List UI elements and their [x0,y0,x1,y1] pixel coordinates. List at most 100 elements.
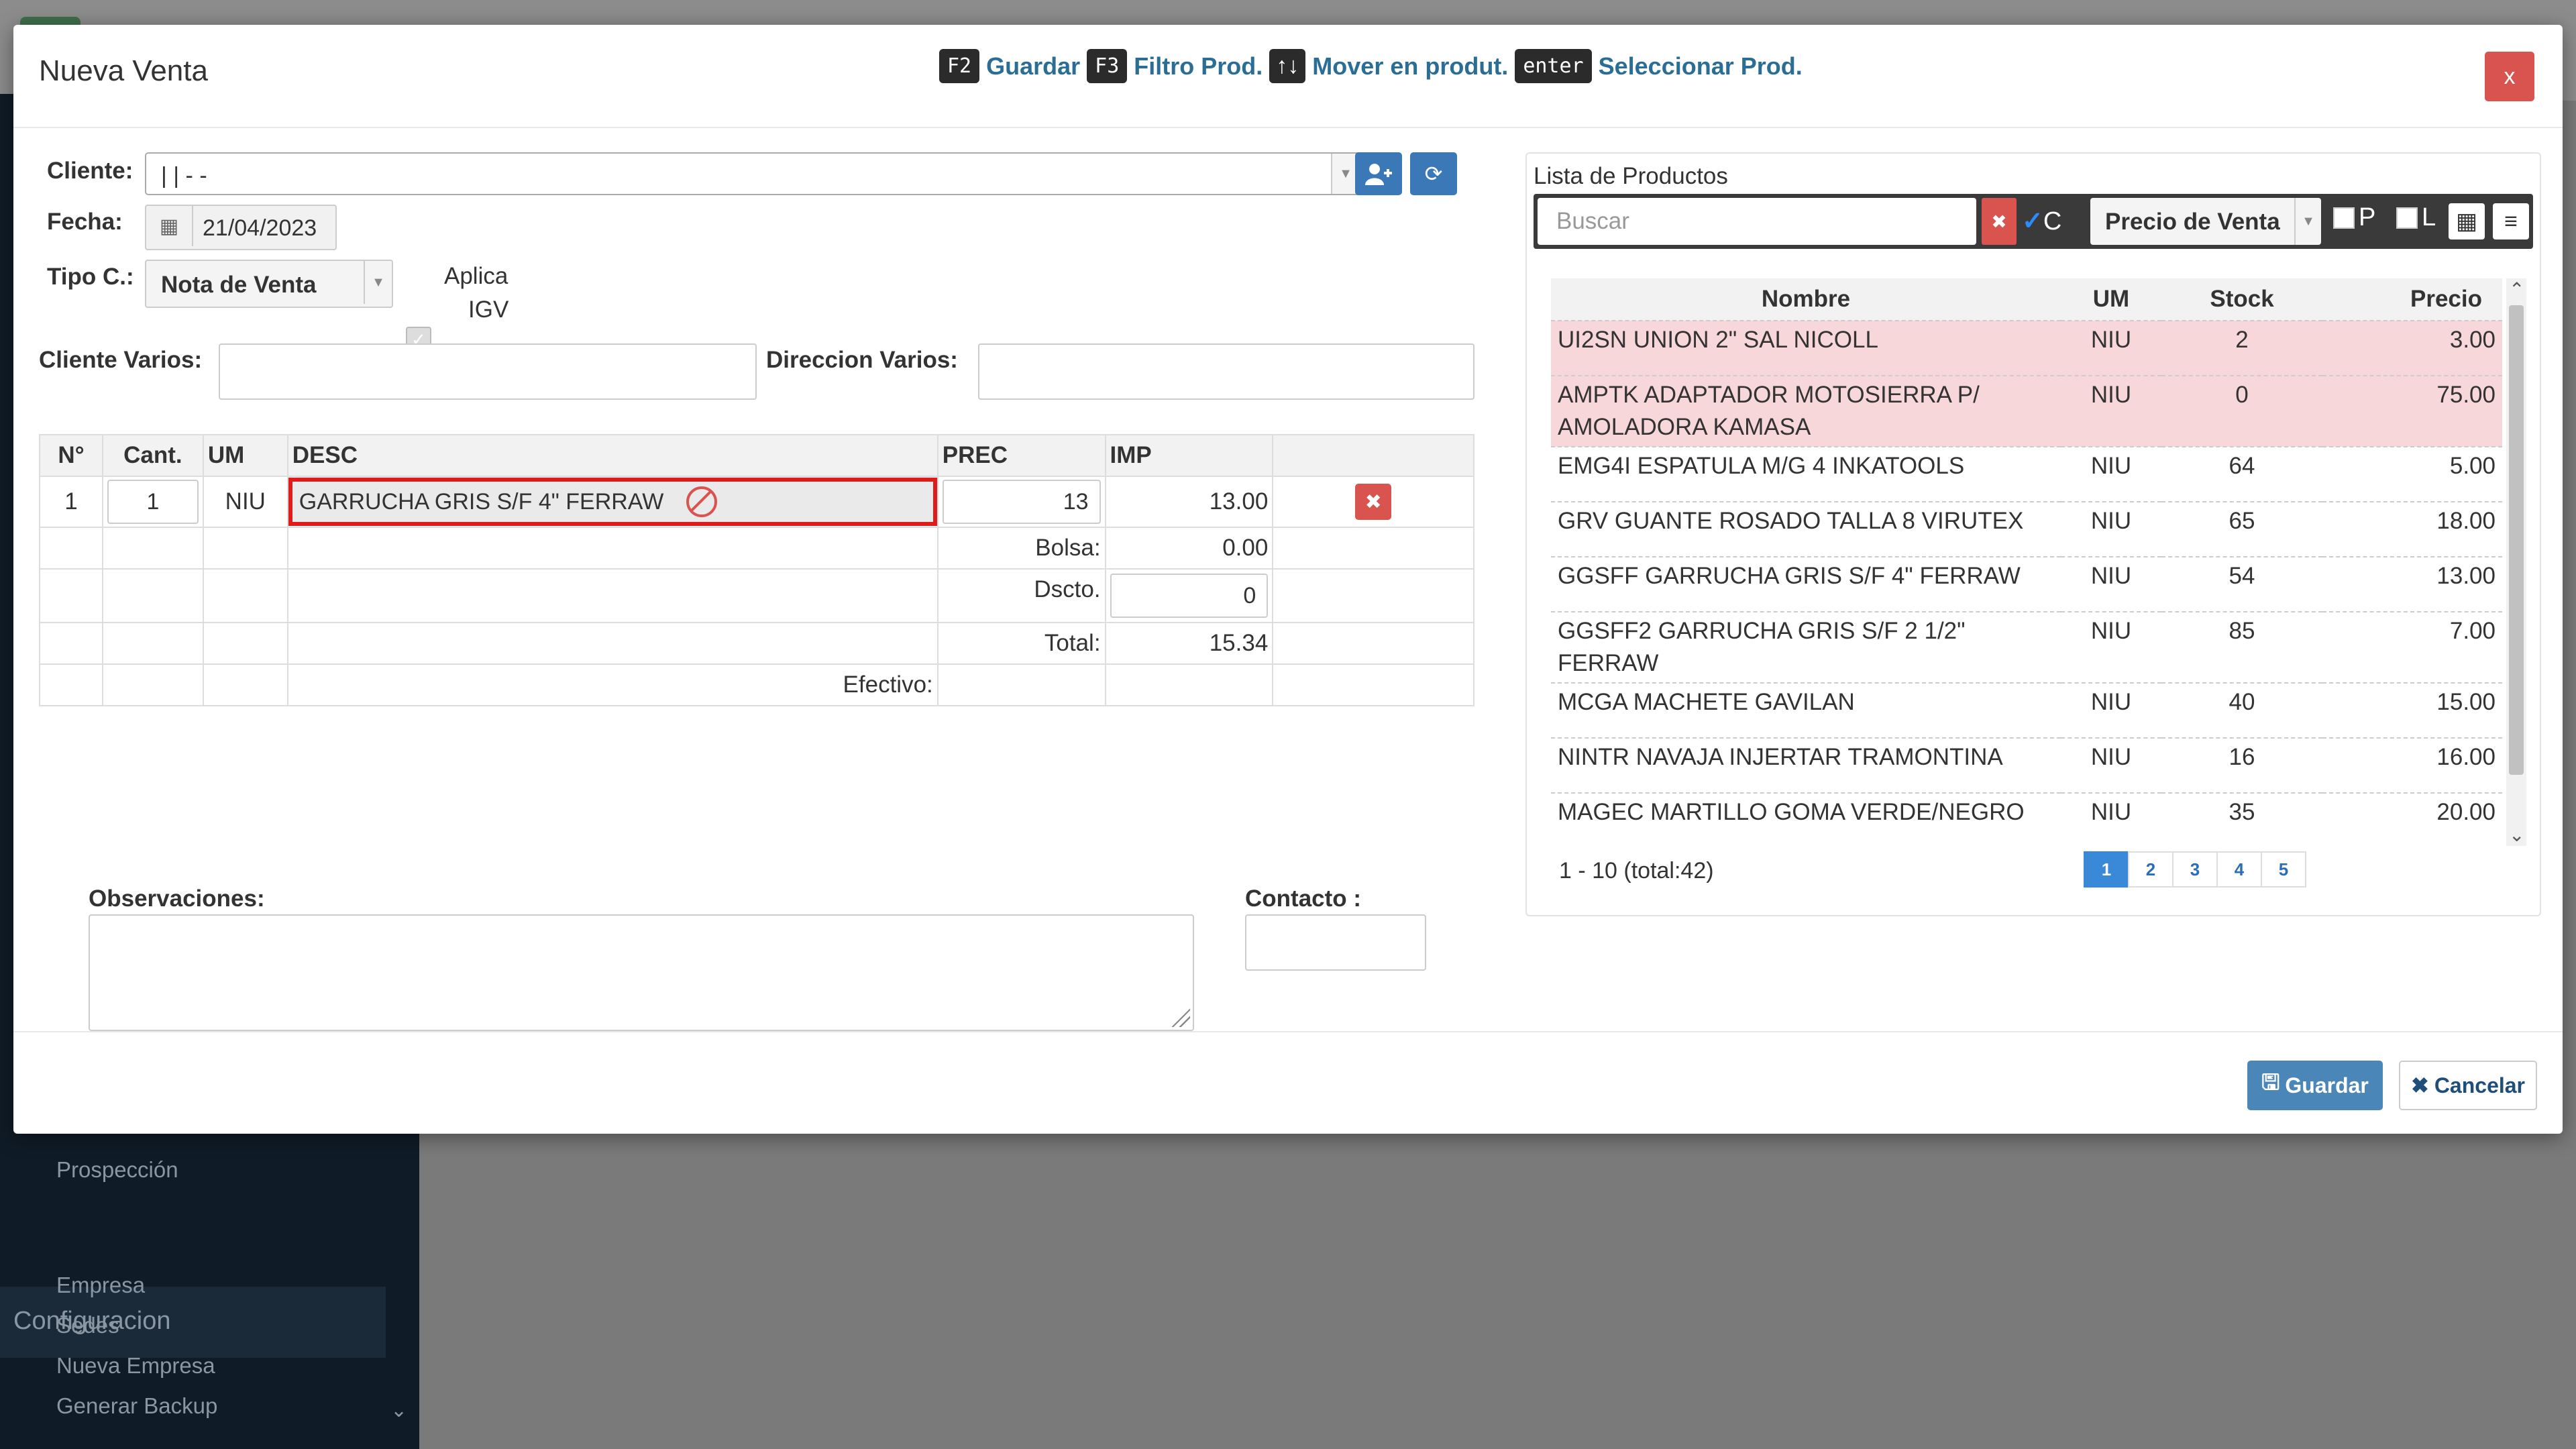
page-3[interactable]: 3 [2172,851,2218,888]
contacto-input[interactable] [1245,914,1426,971]
page-4[interactable]: 4 [2216,851,2262,888]
chevron-up-icon[interactable]: ⌃ [2509,278,2524,301]
total-label: Total: [936,622,1106,665]
cliente-varios-input[interactable] [219,343,757,400]
save-button[interactable]: 🖫 Guardar [2247,1061,2383,1110]
add-user-button[interactable] [1355,152,1402,195]
checkbox-square-icon [2396,207,2418,229]
product-um: NIU [2061,793,2161,846]
product-price: 20.00 [2322,793,2502,846]
product-stock: 0 [2161,376,2322,447]
product-stock: 54 [2161,557,2322,612]
item-prec-cell: 13 [936,476,1106,528]
product-um: NIU [2061,447,2161,502]
sidebar-item-prospeccion[interactable]: Prospección [56,1157,178,1183]
product-name: UI2SN UNION 2" SAL NICOLL [1551,321,2061,376]
desc-field[interactable]: GARRUCHA GRIS S/F 4" FERRAW [288,478,937,526]
pagination: 1 2 3 4 5 [2084,851,2306,888]
dscto-input[interactable]: 0 [1110,574,1269,618]
product-um: NIU [2061,557,2161,612]
col-n: N° [39,434,103,477]
product-search-input[interactable]: Buscar [1538,198,1976,245]
kbd-f3: F3 [1087,49,1128,83]
tipo-select[interactable]: Nota de Venta ▼ [145,260,393,308]
product-price: 5.00 [2322,447,2502,502]
c-checkbox[interactable]: ✓C [2022,206,2061,236]
refresh-button[interactable]: ⟳ [1410,152,1457,195]
cancel-label: Cancelar [2434,1073,2525,1097]
table-row[interactable]: GGSFF2 GARRUCHA GRIS S/F 2 1/2" FERRAW NI… [1551,612,2502,684]
modal-header: Nueva Venta F2 Guardar F3 Filtro Prod. ↑… [13,25,2563,128]
l-checkbox[interactable]: L [2396,203,2436,232]
p-checkbox[interactable]: P [2333,203,2375,232]
product-price: 16.00 [2322,738,2502,794]
product-scrollbar[interactable]: ⌃ ⌄ [2506,278,2526,846]
product-list-title: Lista de Productos [1534,163,1728,189]
chevron-down-icon[interactable]: ⌄ [390,1399,407,1422]
fecha-field[interactable]: ▦ 21/04/2023 [145,205,337,250]
chevron-down-icon[interactable]: ⌄ [2509,824,2524,846]
shortcut-mover: Mover en produt. [1312,52,1509,80]
modal-title: Nueva Venta [39,54,208,87]
col-imp: IMP [1104,434,1274,477]
grid-view-button[interactable]: ▦ [2449,203,2485,239]
dscto-cell: 0 [1104,568,1274,623]
sidebar-item-empresa[interactable]: Empresa [56,1273,145,1298]
table-row[interactable]: GRV GUANTE ROSADO TALLA 8 VIRUTEX NIU 65 18… [1551,502,2502,557]
product-name: GGSFF GARRUCHA GRIS S/F 4" FERRAW [1551,557,2061,612]
desc-value: GARRUCHA GRIS S/F 4" FERRAW [299,488,664,515]
resize-grip-icon[interactable] [1171,1008,1190,1027]
sidebar-item-nueva-empresa[interactable]: Nueva Empresa [56,1353,215,1379]
efectivo-cell[interactable] [936,663,1106,706]
product-stock: 2 [2161,321,2322,376]
col-nombre: Nombre [1551,278,2061,321]
product-price: 7.00 [2322,612,2502,684]
price-type-select[interactable]: Precio de Venta ▼ [2090,198,2321,245]
col-um: UM [2061,278,2161,321]
bolsa-label: Bolsa: [936,527,1106,570]
product-name: MCGA MACHETE GAVILAN [1551,683,2061,739]
sidebar-item-sedes[interactable]: Sedes [56,1313,119,1338]
sidebar-item-generar-backup[interactable]: Generar Backup [56,1393,217,1419]
product-name: AMPTK ADAPTADOR MOTOSIERRA P/ AMOLADORA … [1551,376,2061,447]
save-label: Guardar [2285,1073,2369,1097]
observaciones-textarea[interactable] [89,914,1194,1031]
user-plus-icon [1365,164,1392,185]
save-icon: 🖫 [2261,1070,2280,1094]
product-name: EMG4I ESPATULA M/G 4 INKATOOLS [1551,447,2061,502]
product-list-panel: Lista de Productos Buscar ✖ ✓C Precio de… [1525,152,2541,916]
cantidad-input[interactable]: 1 [107,480,199,524]
direccion-varios-input[interactable] [978,343,1474,400]
page-1[interactable]: 1 [2084,851,2129,888]
table-row[interactable]: AMPTK ADAPTADOR MOTOSIERRA P/ AMOLADORA … [1551,376,2502,447]
contacto-label: Contacto : [1245,885,1362,912]
table-row[interactable]: MAGEC MARTILLO GOMA VERDE/NEGRO NIU 35 20.0… [1551,793,2502,846]
item-n: 1 [39,476,103,528]
list-view-button[interactable]: ≡ [2493,203,2529,239]
close-button[interactable]: x [2485,52,2534,101]
delete-item-button[interactable]: ✖ [1355,484,1392,520]
product-um: NIU [2061,683,2161,739]
clear-search-button[interactable]: ✖ [1982,198,2017,245]
table-row[interactable]: EMG4I ESPATULA M/G 4 INKATOOLS NIU 64 5.00 [1551,447,2502,502]
caret-down-icon: ▼ [364,261,392,304]
table-row[interactable]: MCGA MACHETE GAVILAN NIU 40 15.00 [1551,683,2502,739]
scrollbar-thumb[interactable] [2509,305,2524,775]
close-icon: ✖ [1364,490,1382,513]
cancel-button[interactable]: ✖ Cancelar [2399,1061,2537,1110]
col-um: UM [202,434,288,477]
shortcut-guardar: Guardar [986,52,1081,80]
price-type-value: Precio de Venta [2105,209,2280,235]
precio-input[interactable]: 13 [942,480,1101,524]
table-row[interactable]: UI2SN UNION 2" SAL NICOLL NIU 2 3.00 [1551,321,2502,376]
bolsa-value: 0.00 [1104,527,1274,570]
page-2[interactable]: 2 [2128,851,2174,888]
table-row[interactable]: GGSFF GARRUCHA GRIS S/F 4" FERRAW NIU 54 13… [1551,557,2502,612]
cliente-select[interactable]: | | - - ▼ [145,152,1360,195]
item-cant-cell: 1 [101,476,204,528]
product-stock: 35 [2161,793,2322,846]
table-row[interactable]: NINTR NAVAJA INJERTAR TRAMONTINA NIU 16 16.… [1551,738,2502,794]
product-stock: 16 [2161,738,2322,794]
page-5[interactable]: 5 [2261,851,2306,888]
tipo-label: Tipo C.: [47,264,134,290]
